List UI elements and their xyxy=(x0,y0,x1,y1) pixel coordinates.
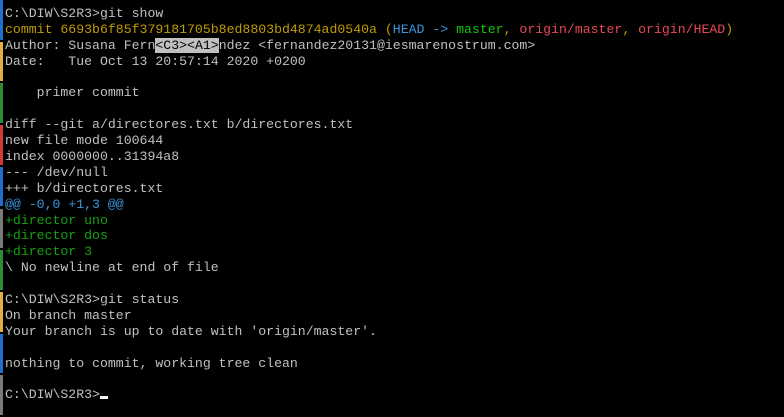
terminal-line: +director dos xyxy=(5,228,784,244)
edge-strip-segment xyxy=(0,291,3,332)
inverse-escape-sequence: <C3> xyxy=(155,37,188,53)
terminal-text: master xyxy=(456,21,504,37)
terminal-text: nothing to commit, working tree clean xyxy=(5,355,298,371)
terminal-text: HEAD -> xyxy=(392,21,457,37)
text-cursor xyxy=(99,396,108,400)
terminal-line: +++ b/directores.txt xyxy=(5,181,784,197)
edge-strip-segment xyxy=(0,333,3,374)
terminal-text: +++ b/directores.txt xyxy=(5,180,164,196)
terminal-text: origin/HEAD xyxy=(638,21,726,37)
edge-strip-segment xyxy=(0,0,3,40)
terminal-line: On branch master xyxy=(5,308,784,324)
terminal-line: Your branch is up to date with 'origin/m… xyxy=(5,324,784,340)
terminal-text: C:\DIW\S2R3>git status xyxy=(5,292,180,308)
terminal-line: C:\DIW\S2R3>git status xyxy=(5,292,784,308)
inverse-escape-sequence: <A1> xyxy=(187,37,219,53)
terminal-line: \ No newline at end of file xyxy=(5,260,784,276)
terminal-text: index 0000000..31394a8 xyxy=(5,149,180,165)
terminal-text: C:\DIW\S2R3> xyxy=(5,387,100,403)
terminal-text: C:\DIW\S2R3>git show xyxy=(5,6,164,21)
terminal-text: ( xyxy=(384,21,393,37)
terminal-text: On branch master xyxy=(5,307,132,323)
terminal-text: ) xyxy=(725,21,734,37)
terminal-line: diff --git a/directores.txt b/directores… xyxy=(5,117,784,133)
terminal-text: Date: Tue Oct 13 20:57:14 2020 +0200 xyxy=(5,53,306,69)
edge-strip-segment xyxy=(0,125,3,165)
terminal-text: diff --git a/directores.txt b/directores… xyxy=(5,117,354,133)
terminal-line: C:\DIW\S2R3> xyxy=(5,387,784,403)
terminal-line: C:\DIW\S2R3>git show xyxy=(5,6,784,22)
terminal-line: +director uno xyxy=(5,213,784,229)
edge-strip-segment xyxy=(0,83,3,124)
edge-strip-segment xyxy=(0,375,3,415)
edge-strip-segment xyxy=(0,208,3,249)
terminal-text: \ No newline at end of file xyxy=(5,260,219,276)
terminal-line: Date: Tue Oct 13 20:57:14 2020 +0200 xyxy=(5,54,784,70)
terminal-text: primer commit xyxy=(5,85,140,101)
terminal-text: +director uno xyxy=(5,212,108,228)
left-edge-strip xyxy=(0,0,3,417)
terminal-line: +director 3 xyxy=(5,244,784,260)
terminal-text: +director dos xyxy=(5,228,108,244)
terminal-text: +director 3 xyxy=(5,244,93,260)
terminal-line: @@ -0,0 +1,3 @@ xyxy=(5,197,784,213)
terminal-text: Your branch is up to date with 'origin/m… xyxy=(5,323,377,339)
terminal-text: origin/master xyxy=(519,21,623,37)
terminal-text: ndez <fernandez20131@iesmarenostrum.com> xyxy=(218,37,536,53)
terminal-window[interactable]: C:\DIW\S2R3>git show commit 6693b6f85f379… xyxy=(0,0,784,417)
terminal-text: --- /dev/null xyxy=(5,164,108,180)
terminal-text: commit 6693b6f85f379181705b8ed8803bd4874… xyxy=(5,21,385,37)
terminal-line: new file mode 100644 xyxy=(5,133,784,149)
terminal-line: index 0000000..31394a8 xyxy=(5,149,784,165)
terminal-output[interactable]: C:\DIW\S2R3>git show commit 6693b6f85f379… xyxy=(5,6,784,403)
terminal-line: nothing to commit, working tree clean xyxy=(5,356,784,372)
terminal-text: @@ -0,0 +1,3 @@ xyxy=(5,196,124,212)
terminal-line: commit 6693b6f85f379181705b8ed8803bd4874… xyxy=(5,22,784,38)
terminal-text: , xyxy=(503,21,520,37)
terminal-text: , xyxy=(622,21,639,37)
edge-strip-segment xyxy=(0,41,3,82)
terminal-line: primer commit xyxy=(5,85,784,101)
terminal-line: Author: Susana Fern<C3><A1>ndez <fernand… xyxy=(5,37,784,54)
edge-strip-segment xyxy=(0,250,3,290)
terminal-text: Author: Susana Fern xyxy=(5,37,156,53)
terminal-line: --- /dev/null xyxy=(5,165,784,181)
terminal-text: new file mode 100644 xyxy=(5,133,164,149)
edge-strip-segment xyxy=(0,166,3,207)
